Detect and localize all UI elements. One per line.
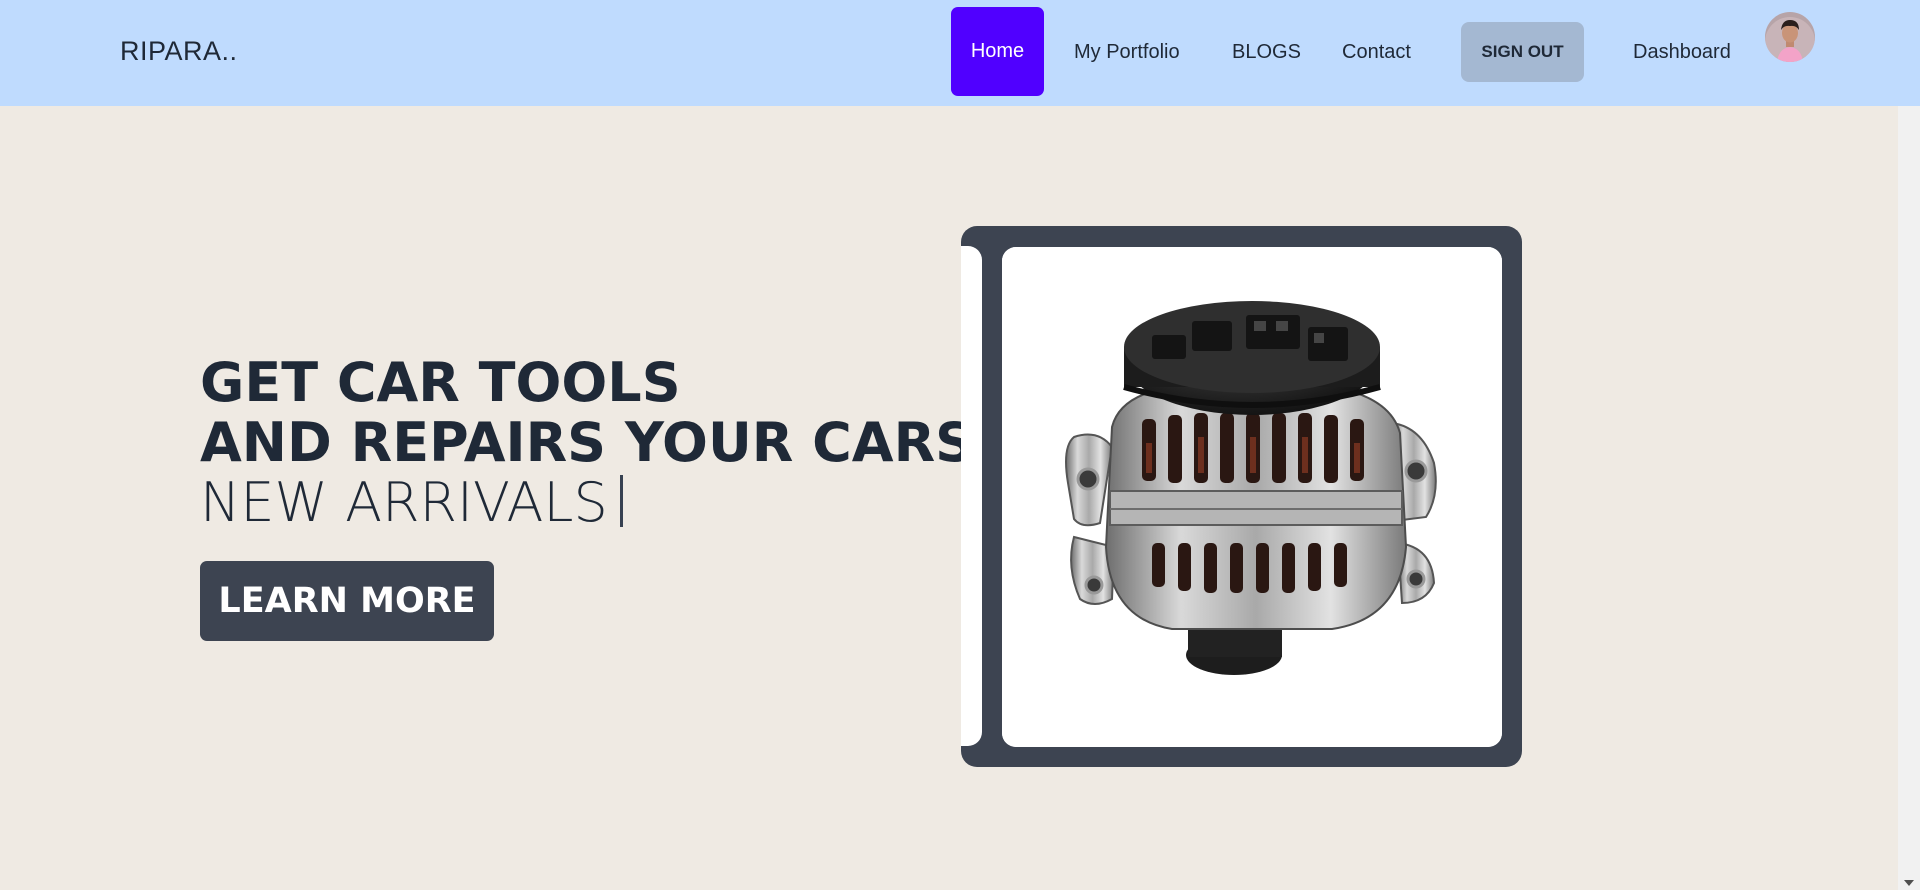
nav-contact[interactable]: Contact (1342, 41, 1411, 64)
nav-my-portfolio[interactable]: My Portfolio (1074, 41, 1180, 64)
vertical-scrollbar[interactable] (1898, 106, 1920, 890)
carousel-slide[interactable] (1002, 247, 1502, 747)
avatar-image (1765, 12, 1815, 62)
typing-caret (619, 475, 623, 527)
car-alternator-image (1002, 247, 1502, 747)
sign-out-button[interactable]: SIGN OUT (1461, 22, 1584, 82)
hero-headline-line-1: GET CAR TOOLS (200, 351, 681, 414)
user-avatar-icon[interactable] (1765, 12, 1815, 62)
typed-text: NEW ARRIVALS (200, 471, 608, 534)
nav-dashboard[interactable]: Dashboard (1633, 41, 1731, 64)
learn-more-button[interactable]: LEARN MORE (200, 561, 494, 641)
navbar: RIPARA.. Home My Portfolio BLOGS Contact… (0, 0, 1920, 106)
typed-text-line: NEW ARRIVALS (200, 473, 974, 533)
hero-headline-line-2: AND REPAIRS YOUR CARS (200, 411, 975, 474)
nav-blogs[interactable]: BLOGS (1232, 41, 1301, 64)
hero-text: GET CAR TOOLS AND REPAIRS YOUR CARS NEW … (200, 353, 974, 533)
previous-slide-edge[interactable] (961, 246, 982, 746)
nav-home[interactable]: Home (951, 7, 1044, 96)
scroll-down-arrow-icon[interactable] (1904, 880, 1914, 886)
brand-logo[interactable]: RIPARA.. (120, 36, 238, 67)
